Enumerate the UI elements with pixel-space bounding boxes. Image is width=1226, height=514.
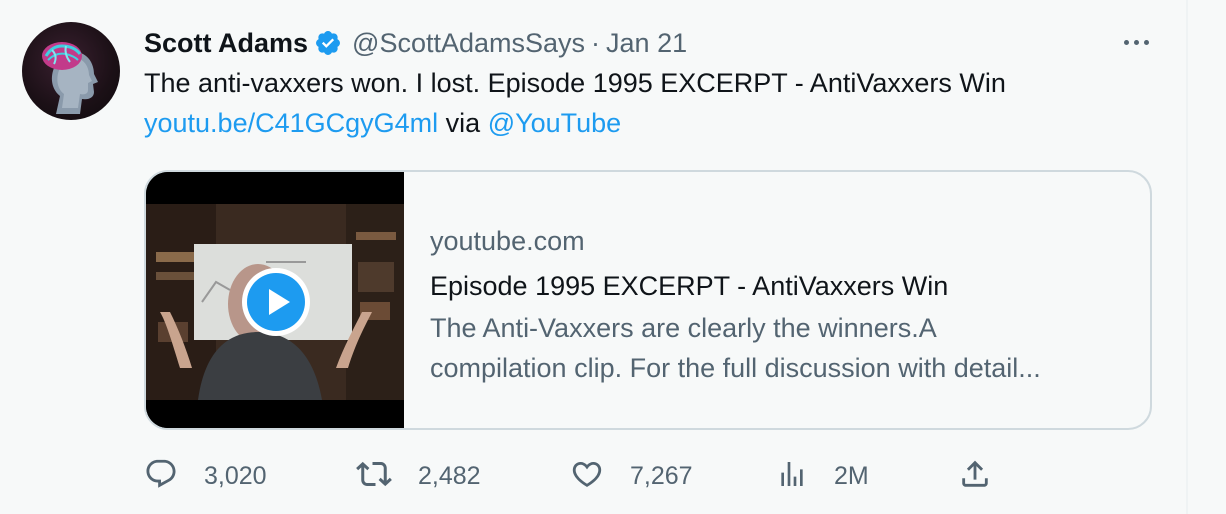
heart-icon bbox=[570, 457, 604, 496]
like-button[interactable]: 7,267 bbox=[570, 454, 693, 498]
link-preview-card[interactable]: youtube.com Episode 1995 EXCERPT - AntiV… bbox=[144, 170, 1152, 430]
tweet-actions: 3,020 2,482 7,267 2M bbox=[144, 454, 1044, 498]
reply-count: 3,020 bbox=[204, 461, 267, 490]
play-icon[interactable] bbox=[240, 266, 312, 338]
video-thumbnail[interactable] bbox=[146, 172, 404, 428]
card-description-line: The Anti-Vaxxers are clearly the winners… bbox=[430, 313, 937, 343]
author-name[interactable]: Scott Adams bbox=[144, 28, 308, 59]
card-title: Episode 1995 EXCERPT - AntiVaxxers Win bbox=[430, 271, 949, 301]
views-icon bbox=[776, 458, 808, 495]
card-text: youtube.com Episode 1995 EXCERPT - AntiV… bbox=[430, 222, 1130, 388]
reply-icon bbox=[144, 457, 178, 496]
tweet-date[interactable]: Jan 21 bbox=[606, 28, 687, 59]
card-description: The Anti-Vaxxers are clearly the winners… bbox=[430, 308, 1130, 388]
avatar-brain-portrait bbox=[42, 42, 98, 114]
retweet-button[interactable]: 2,482 bbox=[356, 454, 481, 498]
reply-button[interactable]: 3,020 bbox=[144, 454, 267, 498]
retweet-icon bbox=[356, 456, 392, 497]
retweet-count: 2,482 bbox=[418, 461, 481, 490]
share-icon bbox=[958, 457, 992, 496]
verified-badge-icon bbox=[314, 29, 342, 57]
timeline-border bbox=[1186, 0, 1188, 514]
video-link[interactable]: youtu.be/C41GCgyG4ml bbox=[144, 108, 438, 138]
like-count: 7,267 bbox=[630, 461, 693, 490]
tweet-text: The anti-vaxxers won. I lost. Episode 19… bbox=[144, 68, 1006, 98]
share-button[interactable] bbox=[958, 454, 992, 498]
card-description-line: compilation clip. For the full discussio… bbox=[430, 353, 1041, 383]
separator-dot: · bbox=[591, 27, 601, 58]
via-text: via bbox=[445, 108, 481, 138]
author-handle[interactable]: @ScottAdamsSays bbox=[352, 28, 585, 59]
tweet-header: Scott Adams @ScottAdamsSays · Jan 21 bbox=[144, 24, 687, 62]
avatar[interactable] bbox=[22, 22, 120, 120]
more-icon[interactable] bbox=[1116, 30, 1156, 54]
youtube-mention[interactable]: @YouTube bbox=[488, 108, 622, 138]
views-button[interactable]: 2M bbox=[776, 454, 869, 498]
card-domain: youtube.com bbox=[430, 226, 585, 256]
tweet-text-links: youtu.be/C41GCgyG4ml via @YouTube bbox=[144, 108, 621, 139]
views-count: 2M bbox=[834, 461, 869, 490]
